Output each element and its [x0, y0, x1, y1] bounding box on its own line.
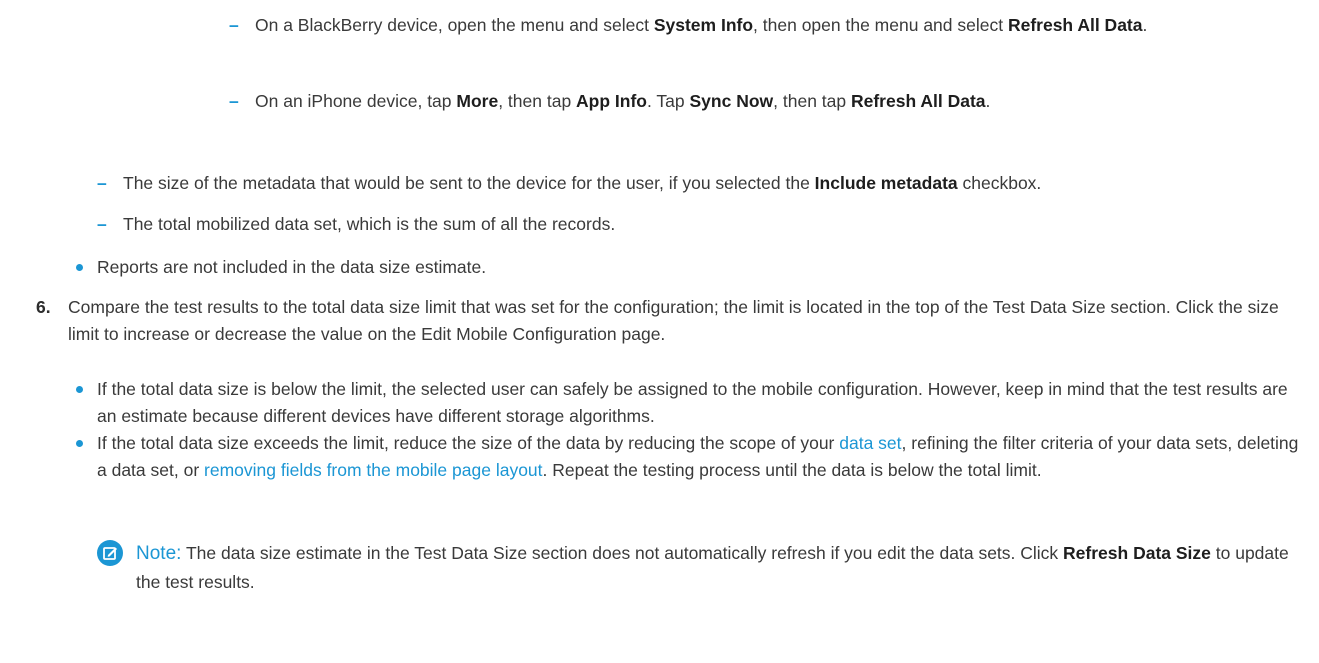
bullet-marker — [76, 440, 83, 447]
dash-marker: – — [229, 15, 239, 35]
list-item-text: If the total data size is below the limi… — [97, 379, 1288, 426]
list-item-text: On a BlackBerry device, open the menu an… — [255, 15, 1148, 35]
step-text: Compare the test results to the total da… — [68, 297, 1279, 344]
ui-term-refresh-data-size: Refresh Data Size — [1063, 543, 1211, 563]
data-set-link[interactable]: data set — [839, 433, 901, 453]
removing-fields-link[interactable]: removing fields from the mobile page lay… — [204, 460, 543, 480]
ui-term-refresh-all-data: Refresh All Data — [850, 91, 986, 111]
ui-term-sync-now: Sync Now — [689, 91, 774, 111]
ui-term-system-info: System Info — [653, 15, 754, 35]
list-item-text: If the total data size exceeds the limit… — [97, 433, 1299, 480]
dash-marker: – — [97, 214, 107, 234]
note-edit-icon — [97, 540, 123, 566]
ui-term-app-info: App Info — [576, 91, 647, 111]
list-item-text: Reports are not included in the data siz… — [97, 257, 487, 277]
list-item-text: The size of the metadata that would be s… — [123, 173, 1042, 193]
document-page: – On a BlackBerry device, open the menu … — [0, 0, 1319, 663]
dash-marker: – — [229, 91, 239, 111]
bullet-marker — [76, 386, 83, 393]
bullet-marker — [76, 264, 83, 271]
list-item-text: On an iPhone device, tap More, then tap … — [255, 91, 991, 111]
dash-marker: – — [97, 173, 107, 193]
ui-term-more: More — [456, 91, 499, 111]
note-label: Note: — [136, 543, 182, 564]
step-number: 6. — [36, 297, 51, 317]
ui-term-include-metadata: Include metadata — [814, 173, 958, 193]
note-text: Note: The data size estimate in the Test… — [136, 543, 1289, 592]
ui-term-refresh-all-data: Refresh All Data — [1007, 15, 1143, 35]
list-item-text: The total mobilized data set, which is t… — [123, 214, 616, 234]
